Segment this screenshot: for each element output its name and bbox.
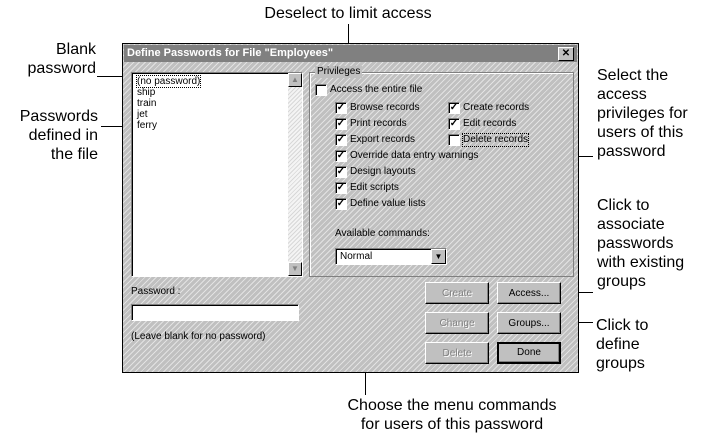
password-list[interactable]: (no password) ship train jet ferry ▲ ▼ <box>131 72 303 277</box>
access-button[interactable]: Access... <box>497 282 561 304</box>
list-item[interactable]: ship <box>137 87 155 98</box>
password-label: Password : <box>131 286 181 297</box>
define-value-lists-label: Define value lists <box>350 198 426 209</box>
privileges-group <box>309 72 574 277</box>
change-button[interactable]: Change <box>425 312 489 334</box>
design-layouts-checkbox[interactable]: ✓ <box>335 166 347 178</box>
create-records-label: Create records <box>463 102 530 113</box>
available-commands-value: Normal <box>340 251 373 262</box>
callout-define-groups: Click to define groups <box>596 317 649 372</box>
override-warnings-checkbox[interactable]: ✓ <box>335 150 347 162</box>
dialog-title-bar: Define Passwords for File "Employees" ✕ <box>124 45 577 62</box>
available-commands-select[interactable]: Normal ▼ <box>335 248 447 265</box>
override-warnings-label: Override data entry warnings <box>350 150 479 161</box>
access-entire-file-checkbox[interactable] <box>315 84 327 96</box>
available-commands-label: Available commands: <box>335 228 430 239</box>
groups-button[interactable]: Groups... <box>497 312 561 334</box>
callout-menu-commands: Choose the menu commands for users of th… <box>347 397 557 433</box>
print-records-checkbox[interactable]: ✓ <box>335 118 347 130</box>
browse-records-checkbox[interactable]: ✓ <box>335 102 347 114</box>
list-item[interactable]: (no password) <box>135 75 202 88</box>
list-item[interactable]: ferry <box>137 120 157 131</box>
delete-button[interactable]: Delete <box>425 342 489 364</box>
scroll-down-icon[interactable]: ▼ <box>288 262 302 276</box>
callout-blank-password: Blank password <box>27 41 96 77</box>
callout-passwords-defined: Passwords defined in the file <box>19 108 98 163</box>
callout-deselect: Deselect to limit access <box>264 5 432 22</box>
edit-scripts-label: Edit scripts <box>350 182 399 193</box>
password-field[interactable] <box>131 304 299 321</box>
privileges-label: Privileges <box>315 66 363 78</box>
define-passwords-dialog: Define Passwords for File "Employees" ✕ … <box>122 43 579 373</box>
access-entire-file-label: Access the entire file <box>330 84 423 95</box>
delete-records-label: Delete records <box>461 133 530 147</box>
callout-select-privileges: Select the access privileges for users o… <box>597 67 688 160</box>
dialog-title: Define Passwords for File "Employees" <box>127 47 334 59</box>
list-scrollbar[interactable]: ▲ ▼ <box>288 73 302 276</box>
browse-records-label: Browse records <box>350 102 420 113</box>
leader-line <box>348 24 349 42</box>
delete-records-checkbox[interactable] <box>448 134 460 146</box>
edit-scripts-checkbox[interactable]: ✓ <box>335 182 347 194</box>
list-item[interactable]: jet <box>137 109 148 120</box>
export-records-checkbox[interactable]: ✓ <box>335 134 347 146</box>
done-button[interactable]: Done <box>497 342 561 364</box>
list-item[interactable]: train <box>137 98 156 109</box>
close-button[interactable]: ✕ <box>558 47 574 61</box>
export-records-label: Export records <box>350 134 416 145</box>
design-layouts-label: Design layouts <box>350 166 416 177</box>
edit-records-checkbox[interactable]: ✓ <box>448 118 460 130</box>
close-icon: ✕ <box>561 48 571 59</box>
chevron-down-icon[interactable]: ▼ <box>431 249 446 264</box>
scroll-up-icon[interactable]: ▲ <box>288 73 302 87</box>
define-value-lists-checkbox[interactable]: ✓ <box>335 198 347 210</box>
edit-records-label: Edit records <box>463 118 517 129</box>
create-button[interactable]: Create <box>425 282 489 304</box>
create-records-checkbox[interactable]: ✓ <box>448 102 460 114</box>
leave-blank-hint: (Leave blank for no password) <box>131 331 266 342</box>
print-records-label: Print records <box>350 118 407 129</box>
callout-associate-groups: Click to associate passwords with existi… <box>597 197 685 290</box>
